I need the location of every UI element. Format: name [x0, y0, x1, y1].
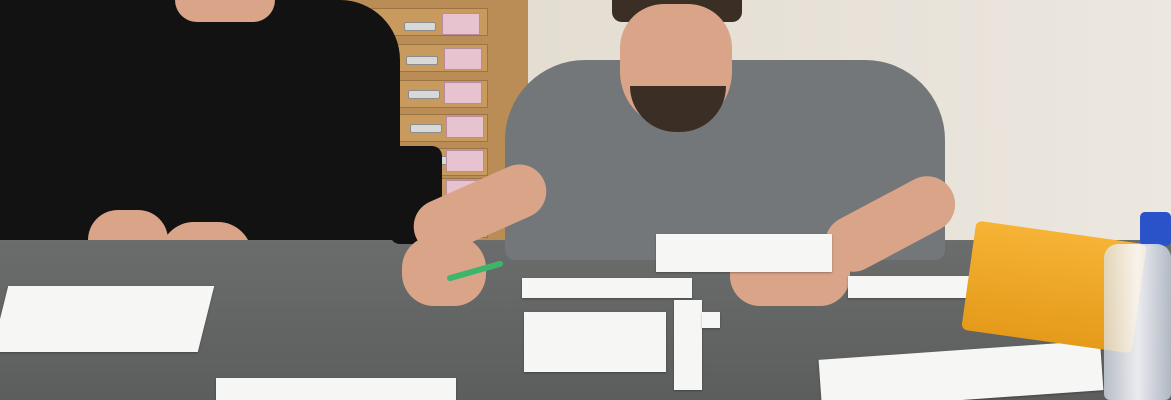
bottle-cap [1140, 212, 1171, 246]
water-bottle [1104, 244, 1171, 400]
drawer-label [442, 13, 480, 35]
paper-sheet [524, 312, 666, 372]
drawer-label [446, 116, 484, 138]
drawer-handle [404, 22, 436, 31]
person-left-chin [175, 0, 275, 22]
drawer-label [446, 150, 484, 172]
drawer-label [444, 48, 482, 70]
notebook [0, 286, 215, 352]
drawer-handle [408, 90, 440, 99]
paper-sheet [656, 234, 832, 272]
paper-scrap [702, 312, 720, 328]
paper-sheet [522, 278, 692, 298]
drawer-label [444, 82, 482, 104]
paper-strip [674, 300, 702, 390]
drawer-handle [406, 56, 438, 65]
paper-sheet [848, 276, 976, 298]
photo-scene [0, 0, 1171, 400]
drawer-handle [410, 124, 442, 133]
paper-sheet [216, 378, 456, 400]
